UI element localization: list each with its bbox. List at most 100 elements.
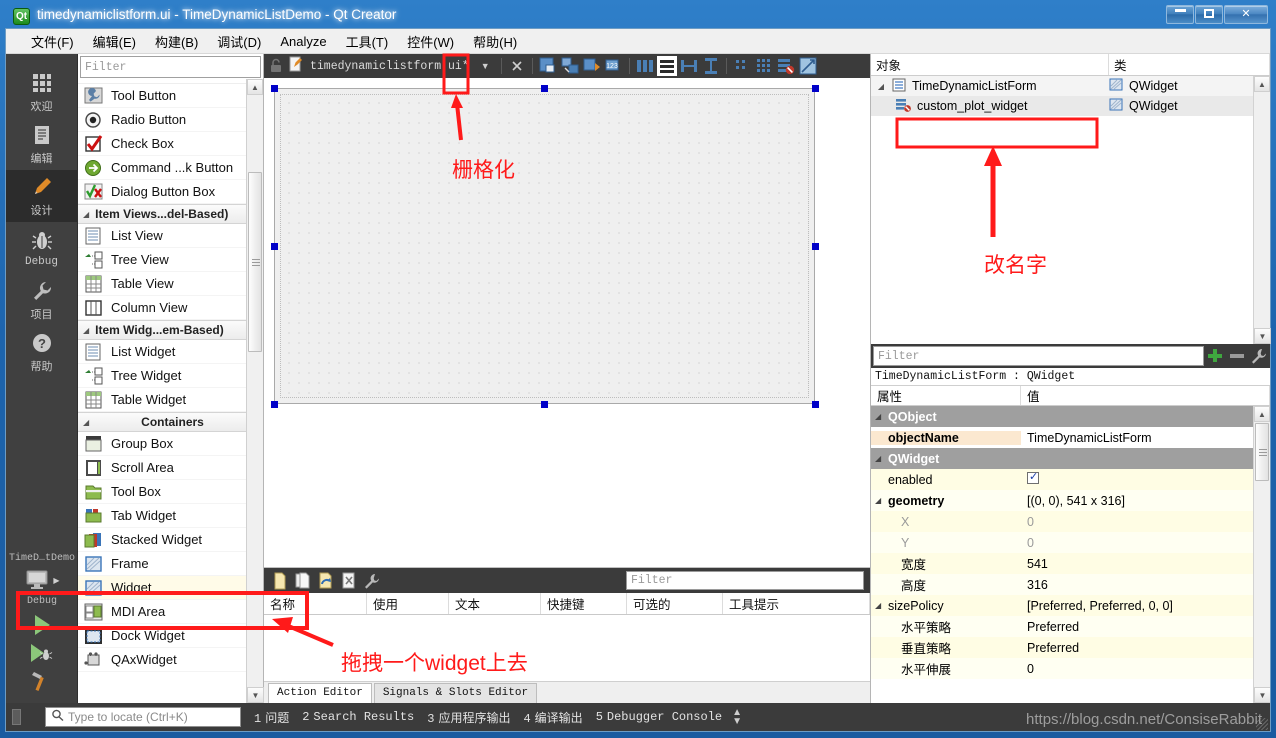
property-row-horizontal-stretch[interactable]: 水平伸展 0 (871, 658, 1270, 679)
property-table-body[interactable]: ◢ QObject objectName TimeDynamicListForm (871, 406, 1270, 703)
widgetbox-group-containers[interactable]: ◢ Containers (78, 412, 263, 432)
widgetbox-item-table-view[interactable]: Table View (78, 272, 263, 296)
chevron-down-icon[interactable]: ◢ (875, 82, 887, 91)
edit-buddies-icon[interactable] (582, 56, 602, 76)
menu-tools[interactable]: 工具(T) (337, 28, 398, 55)
widgetbox-item-scroll-area[interactable]: Scroll Area (78, 456, 263, 480)
close-button[interactable]: ✕ (1224, 5, 1268, 24)
build-button[interactable] (6, 667, 78, 695)
property-value[interactable]: Preferred (1021, 641, 1270, 655)
widgetbox-item-widget[interactable]: Widget (78, 576, 263, 600)
output-pane-issues[interactable]: 1 问题 (254, 709, 289, 726)
adjust-size-icon[interactable] (798, 56, 818, 76)
sidebar-item-debug[interactable]: Debug (6, 222, 77, 274)
widgetbox-item-command-link-button[interactable]: Command ...k Button (78, 156, 263, 180)
widgetbox-item-mdi-area[interactable]: MDI Area (78, 600, 263, 624)
resize-handle-s[interactable] (541, 401, 548, 408)
menu-build[interactable]: 构建(B) (146, 28, 207, 55)
widgetbox-item-group-box[interactable]: Group Box (78, 432, 263, 456)
property-value[interactable]: 0 (1021, 515, 1270, 529)
chevron-down-icon[interactable]: ◢ (875, 496, 888, 505)
widgetbox-item-list-widget[interactable]: List Widget (78, 340, 263, 364)
column-header-object[interactable]: 对象 (871, 54, 1109, 75)
widgetbox-item-tab-widget[interactable]: Tab Widget (78, 504, 263, 528)
locator-input[interactable]: Type to locate (Ctrl+K) (45, 707, 241, 727)
property-row-geometry[interactable]: ◢ geometry [(0, 0), 541 x 316] (871, 490, 1270, 511)
widgetbox-filter-input[interactable]: Filter (80, 56, 261, 78)
column-header-value[interactable]: 值 (1021, 386, 1270, 405)
resize-handle-ne[interactable] (812, 85, 819, 92)
sidebar-item-welcome[interactable]: 欢迎 (6, 66, 77, 118)
column-header-tooltip[interactable]: 工具提示 (723, 593, 870, 614)
property-value[interactable]: TimeDynamicListForm (1021, 431, 1270, 445)
property-value[interactable]: 0 (1021, 662, 1270, 676)
menu-help[interactable]: 帮助(H) (464, 28, 526, 55)
minus-icon[interactable] (1226, 345, 1248, 367)
column-header-used[interactable]: 使用 (367, 593, 449, 614)
current-file-chip[interactable]: timedynamiclistform.ui* (288, 56, 469, 76)
property-group-qwidget[interactable]: ◢ QWidget (871, 448, 1270, 469)
chevron-down-icon[interactable]: ◢ (875, 601, 888, 610)
tab-action-editor[interactable]: Action Editor (268, 683, 372, 703)
layout-horizontally-icon[interactable] (635, 56, 655, 76)
scroll-thumb[interactable] (248, 172, 262, 352)
run-button[interactable] (6, 611, 78, 639)
widgetbox-item-tree-view[interactable]: Tree View (78, 248, 263, 272)
property-value[interactable]: [(0, 0), 541 x 316] (1021, 494, 1270, 508)
output-pane-compile-output[interactable]: 4 编译输出 (523, 709, 582, 726)
resize-handle-n[interactable] (541, 85, 548, 92)
scroll-thumb[interactable] (1255, 423, 1269, 481)
action-table-body[interactable] (264, 615, 870, 681)
output-pane-application-output[interactable]: 3 应用程序输出 (427, 709, 510, 726)
widgetbox-item-dialog-button-box[interactable]: Dialog Button Box (78, 180, 263, 204)
tab-signals-slots-editor[interactable]: Signals & Slots Editor (373, 683, 538, 703)
edit-signals-slots-icon[interactable] (560, 56, 580, 76)
property-filter-input[interactable]: Filter (873, 346, 1204, 366)
scroll-up-button[interactable]: ▲ (247, 79, 263, 95)
sidebar-item-projects[interactable]: 项目 (6, 274, 77, 326)
maximize-button[interactable] (1195, 5, 1223, 24)
scroll-down-button[interactable]: ▼ (1254, 328, 1271, 344)
sidebar-toggle-icon[interactable] (12, 709, 21, 725)
layout-vertically-icon[interactable] (656, 56, 677, 76)
output-pane-debugger-console[interactable]: 5 Debugger Console (596, 710, 722, 724)
widgetbox-item-dock-widget[interactable]: Dock Widget (78, 624, 263, 648)
menu-analyze[interactable]: Analyze (271, 30, 335, 53)
widgetbox-group-item-views[interactable]: ◢ Item Views...del-Based) (78, 204, 263, 224)
widgetbox-item-frame[interactable]: Frame (78, 552, 263, 576)
menu-debug[interactable]: 调试(D) (208, 28, 270, 55)
menu-file[interactable]: 文件(F) (22, 28, 83, 55)
layout-in-splitter-v-icon[interactable] (701, 56, 721, 76)
property-value[interactable]: Preferred (1021, 620, 1270, 634)
resize-handle-w[interactable] (271, 243, 278, 250)
close-x-icon[interactable] (507, 56, 527, 76)
property-row-vertical-policy[interactable]: 垂直策略 Preferred (871, 637, 1270, 658)
widgetbox-item-qax-widget[interactable]: QAxWidget (78, 648, 263, 672)
property-value[interactable] (1021, 472, 1270, 487)
copy-action-icon[interactable] (293, 571, 313, 591)
resize-handle-nw[interactable] (271, 85, 278, 92)
property-row-sizepolicy[interactable]: ◢ sizePolicy [Preferred, Preferred, 0, 0… (871, 595, 1270, 616)
form-widget[interactable] (274, 88, 815, 404)
unlock-icon[interactable] (268, 58, 284, 74)
property-row-enabled[interactable]: enabled (871, 469, 1270, 490)
sidebar-item-help[interactable]: ? 帮助 (6, 326, 77, 378)
chevron-down-icon[interactable]: ◢ (875, 454, 888, 463)
property-row-objectname[interactable]: objectName TimeDynamicListForm (871, 427, 1270, 448)
widgetbox-item-tool-button[interactable]: Tool Button (78, 84, 263, 108)
column-header-property[interactable]: 属性 (871, 386, 1021, 405)
edit-widgets-icon[interactable] (538, 56, 558, 76)
widgetbox-scrollbar[interactable]: ▲ ▼ (246, 79, 264, 703)
minimize-button[interactable] (1166, 5, 1194, 24)
object-inspector-scrollbar[interactable]: ▲ ▼ (1253, 76, 1271, 344)
edit-action-icon[interactable] (316, 571, 336, 591)
edit-tab-order-icon[interactable]: 123 (604, 56, 624, 76)
scroll-down-button[interactable]: ▼ (1254, 687, 1270, 703)
widgetbox-item-table-widget[interactable]: Table Widget (78, 388, 263, 412)
scroll-down-button[interactable]: ▼ (247, 687, 264, 703)
property-value[interactable]: 316 (1021, 578, 1270, 592)
scroll-up-button[interactable]: ▲ (1254, 406, 1270, 422)
property-row-geometry-width[interactable]: 宽度 541 (871, 553, 1270, 574)
menu-window[interactable]: 控件(W) (398, 28, 463, 55)
layout-in-grid-icon[interactable] (754, 56, 774, 76)
